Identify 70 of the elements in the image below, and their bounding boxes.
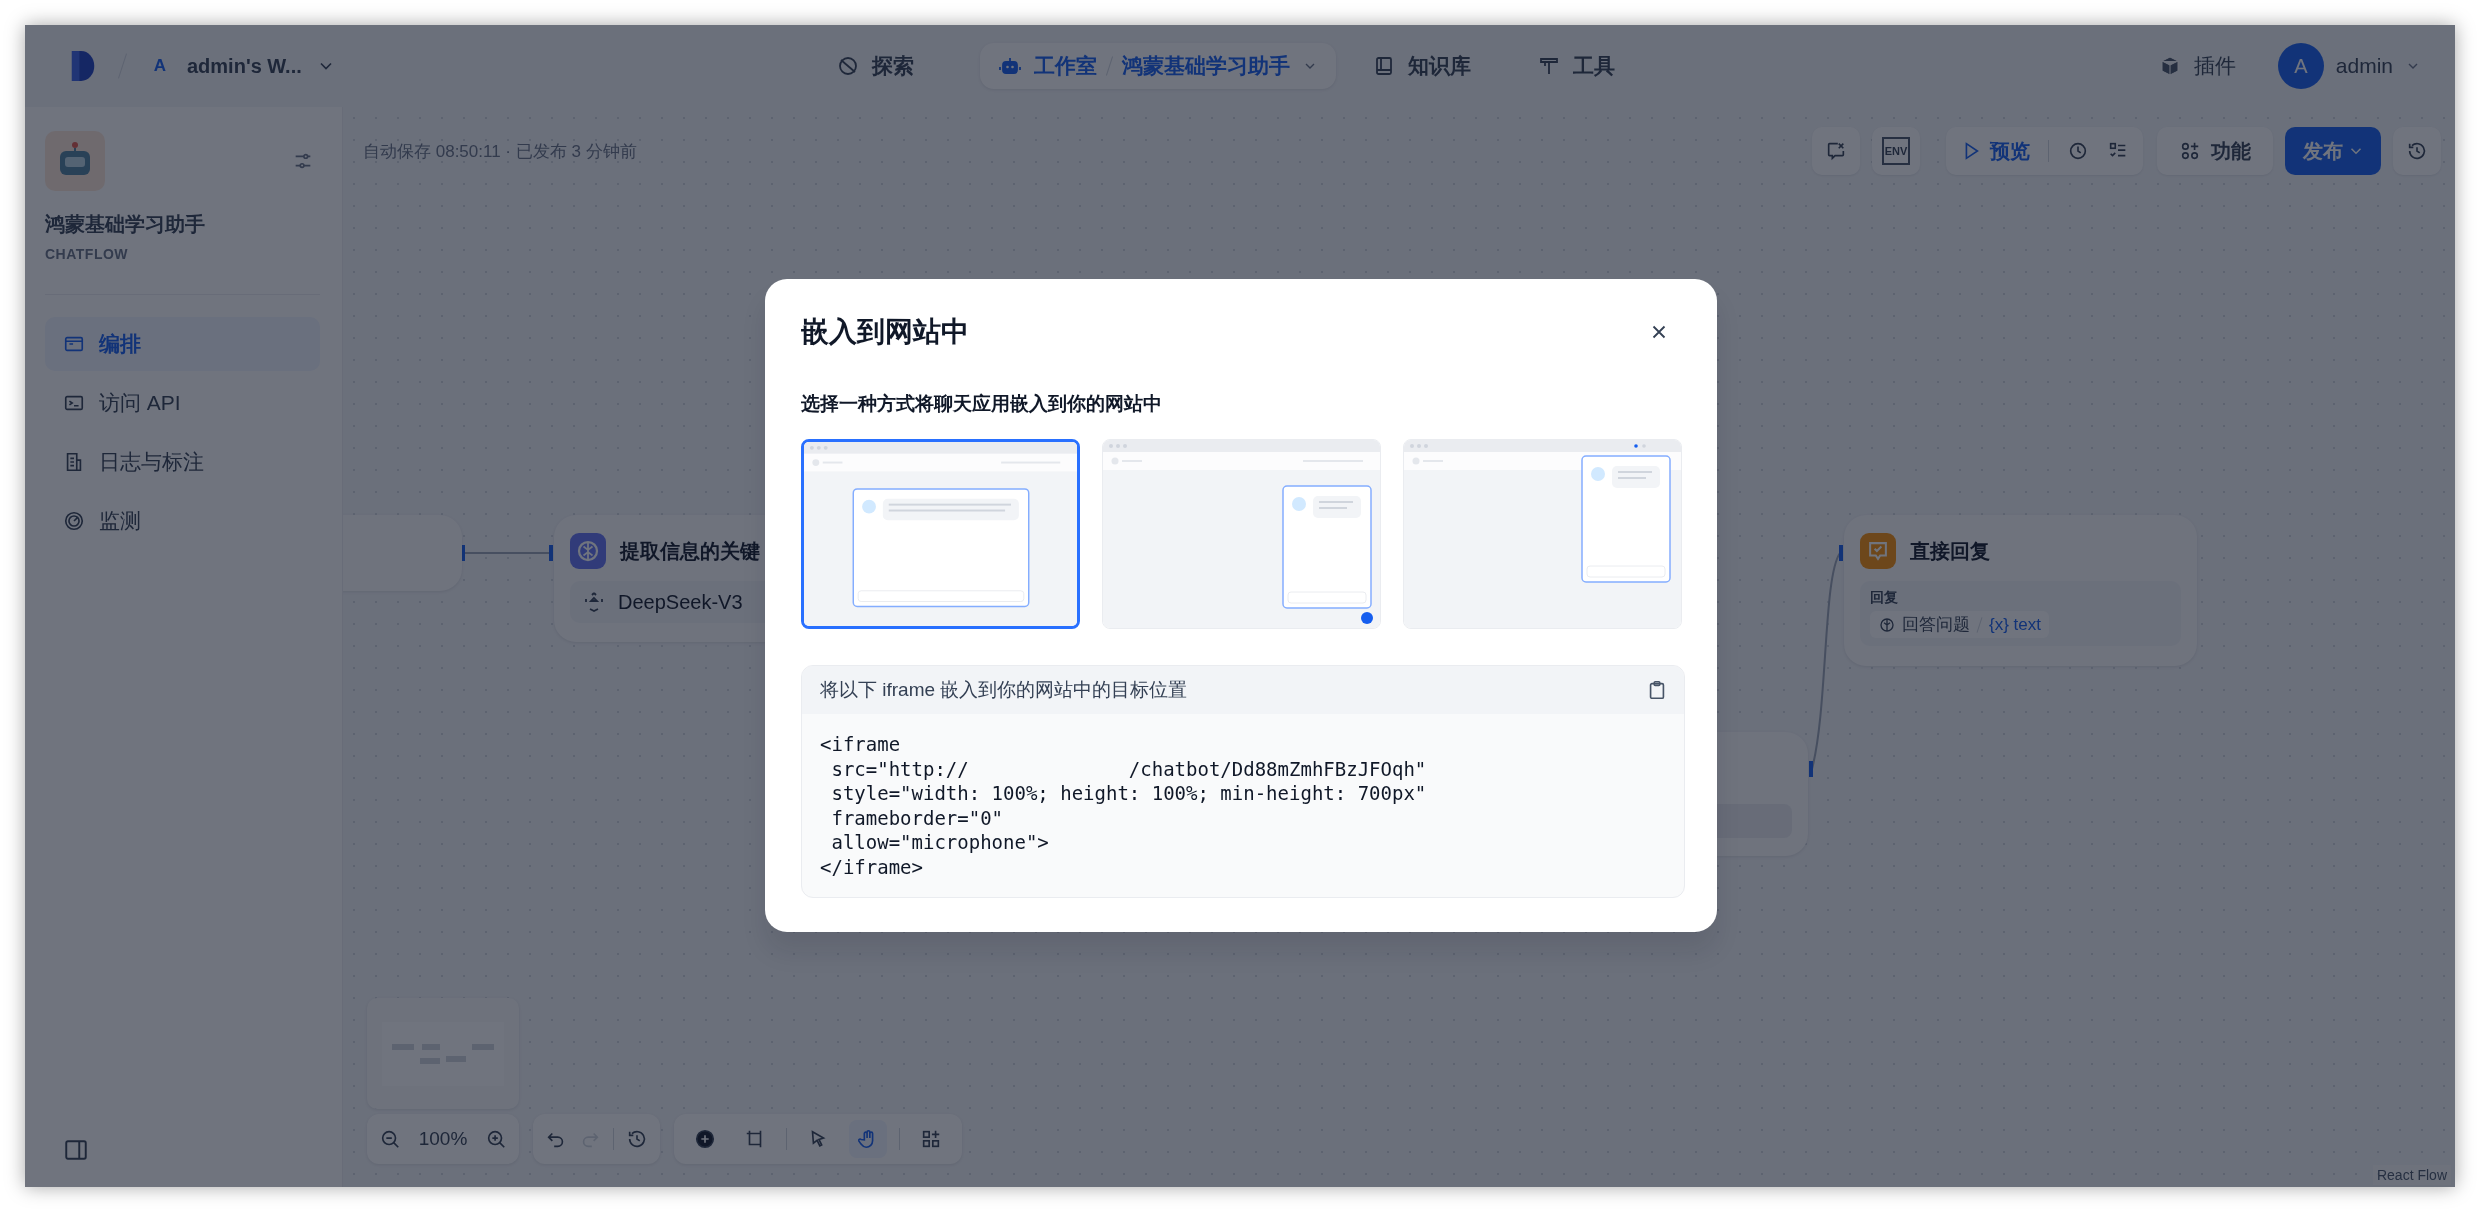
node-icon (1878, 615, 1896, 634)
code-line: </iframe> (820, 854, 923, 879)
reply-icon (1860, 533, 1896, 569)
zoom-in-icon[interactable] (485, 1128, 507, 1150)
code-line: src="http:// /chatbot/Dd88mZmhFBzJFOqh" (830, 756, 1427, 781)
code-line: style="width: 100%; height: 100%; min-height: 700px" (830, 781, 1427, 806)
brain-icon (570, 533, 606, 569)
tab-label: 工作室 (1033, 53, 1097, 79)
app-type-label: CHATFLOW (45, 246, 130, 262)
plugins-link[interactable]: 插件 (2193, 52, 2236, 80)
sidebar-label: 编排 (99, 331, 141, 357)
workflow-node[interactable]: 直接回复 回复 回答问题 {x} text (1844, 515, 2197, 666)
code-panel-title: 将以下 iframe 嵌入到你的网站中的目标位置 (820, 678, 1188, 702)
studio-tab[interactable]: 工作室 鸿蒙基础学习助手 (979, 43, 1336, 89)
code-line: allow="microphone"> (830, 830, 1049, 855)
history-icon (2406, 140, 2428, 162)
app-title: 鸿蒙基础学习助手 (45, 212, 206, 237)
embed-option[interactable] (801, 439, 1080, 629)
variable-button[interactable] (1812, 127, 1860, 175)
code-line: <iframe (820, 732, 901, 757)
workspace-switcher[interactable]: admin's W... (187, 54, 302, 78)
save-status: 自动保存 08:50:11 · 已发布 3 分钟前 (363, 140, 637, 163)
source-node-name: 回答问题 (1902, 614, 1970, 636)
app-name[interactable]: 鸿蒙基础学习助手 (1121, 52, 1290, 80)
zoom-out-icon[interactable] (379, 1128, 401, 1150)
run-history-icon[interactable] (2067, 140, 2089, 162)
gauge-icon (63, 510, 85, 532)
sidebar-item[interactable]: 编排 (45, 317, 320, 371)
sidebar-label: 访问 API (99, 390, 181, 416)
sidebar-item[interactable]: 访问 API (45, 376, 320, 430)
dialog-subtitle: 选择一种方式将聊天应用嵌入到你的网站中 (801, 392, 1163, 416)
field-label: 回复 (1870, 589, 1898, 607)
tab-label: 探索 (871, 53, 914, 79)
nav-tab[interactable]: 工具 (1536, 52, 1645, 80)
plus-circle-icon (694, 1128, 716, 1150)
variable-name: {x} text (1989, 614, 2041, 635)
user-name[interactable]: admin (2335, 54, 2393, 78)
model-icon (582, 590, 606, 614)
publish-button[interactable]: 发布 (2285, 127, 2381, 175)
model-name: DeepSeek-V3 (618, 590, 743, 614)
nav-tab[interactable]: 知识库 (1371, 52, 1501, 80)
grid-icon (2179, 140, 2201, 162)
node-handle[interactable] (1809, 761, 1813, 777)
code-line: frameborder="0" (830, 805, 1004, 830)
sidebar-label: 日志与标注 (99, 449, 204, 475)
env-button[interactable]: ENV (1872, 127, 1920, 175)
nav-tab[interactable]: 探索 (835, 52, 944, 80)
variable-chip[interactable]: 回答问题 {x} text (1870, 611, 2049, 638)
hand-tool-button[interactable] (849, 1120, 887, 1158)
robot-app-icon (45, 131, 105, 191)
sidebar-label: 监测 (99, 508, 141, 534)
sidebar-item[interactable]: 监测 (45, 494, 320, 548)
node-title: 提取信息的关键 (620, 538, 760, 564)
chat-variable-icon (1825, 140, 1847, 162)
zoom-level[interactable]: 100% (418, 1128, 468, 1150)
history-button[interactable] (2393, 127, 2441, 175)
node-handle[interactable] (1839, 545, 1843, 561)
tab-label: 知识库 (1407, 53, 1471, 79)
tab-label: 工具 (1572, 53, 1615, 79)
features-button[interactable]: 功能 (2157, 127, 2273, 175)
sidebar-item[interactable]: 日志与标注 (45, 435, 320, 489)
panel-toggle-icon[interactable] (63, 1137, 89, 1163)
layout-icon (920, 1128, 942, 1150)
history-icon[interactable] (626, 1128, 648, 1150)
workspace-initial: A (152, 56, 168, 76)
node-handle[interactable] (549, 545, 553, 561)
node-title: 直接回复 (1910, 538, 1990, 564)
dialog-title: 嵌入到网站中 (801, 315, 969, 349)
user-avatar[interactable]: A (2277, 43, 2324, 89)
preview-button[interactable]: 预览 (1960, 137, 2030, 165)
